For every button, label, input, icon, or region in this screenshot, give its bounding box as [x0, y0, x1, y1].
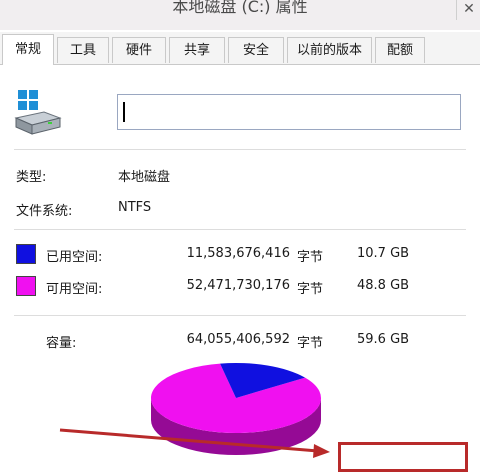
filesystem-label: 文件系统: — [16, 204, 73, 219]
tab-security[interactable]: 安全 — [228, 37, 284, 63]
text-caret — [123, 102, 125, 122]
capacity-bytes: 64,055,406,592 — [186, 332, 290, 347]
free-space-label: 可用空间: — [46, 282, 103, 297]
filesystem-value: NTFS — [118, 200, 152, 215]
free-space-unit: 字节 — [297, 282, 324, 297]
tab-tools[interactable]: 工具 — [57, 37, 109, 63]
free-space-bytes: 52,471,730,176 — [186, 278, 290, 293]
capacity-label: 容量: — [46, 336, 77, 351]
drive-name-input[interactable] — [117, 94, 461, 130]
drive-icon — [14, 90, 62, 135]
usage-pie-chart — [151, 363, 321, 455]
close-button[interactable]: ✕ — [456, 0, 480, 20]
tab-general[interactable]: 常规 — [2, 34, 54, 65]
used-space-bytes: 11,583,676,416 — [186, 246, 290, 261]
divider — [14, 149, 466, 150]
free-space-size: 48.8 GB — [357, 278, 410, 293]
type-value: 本地磁盘 — [118, 170, 171, 185]
window-title: 本地磁盘 (C:) 属性 — [172, 0, 308, 16]
divider — [14, 229, 466, 230]
free-space-swatch — [16, 276, 36, 296]
title-bar: 本地磁盘 (C:) 属性 ✕ — [0, 0, 480, 30]
tab-sharing[interactable]: 共享 — [169, 37, 225, 63]
capacity-unit: 字节 — [297, 336, 324, 351]
used-space-label: 已用空间: — [46, 250, 103, 265]
used-space-size: 10.7 GB — [357, 246, 410, 261]
tab-quota[interactable]: 配额 — [375, 37, 425, 63]
used-space-unit: 字节 — [297, 250, 324, 265]
used-space-swatch — [16, 244, 36, 264]
capacity-size: 59.6 GB — [357, 332, 410, 347]
tab-hardware[interactable]: 硬件 — [112, 37, 166, 63]
close-icon[interactable]: ✕ — [463, 1, 475, 17]
divider — [14, 315, 466, 316]
tab-previous-versions[interactable]: 以前的版本 — [287, 37, 372, 63]
type-label: 类型: — [16, 170, 47, 185]
annotation-highlight-box — [338, 442, 468, 472]
tab-strip: 常规 工具 硬件 共享 安全 以前的版本 配额 — [0, 32, 480, 65]
